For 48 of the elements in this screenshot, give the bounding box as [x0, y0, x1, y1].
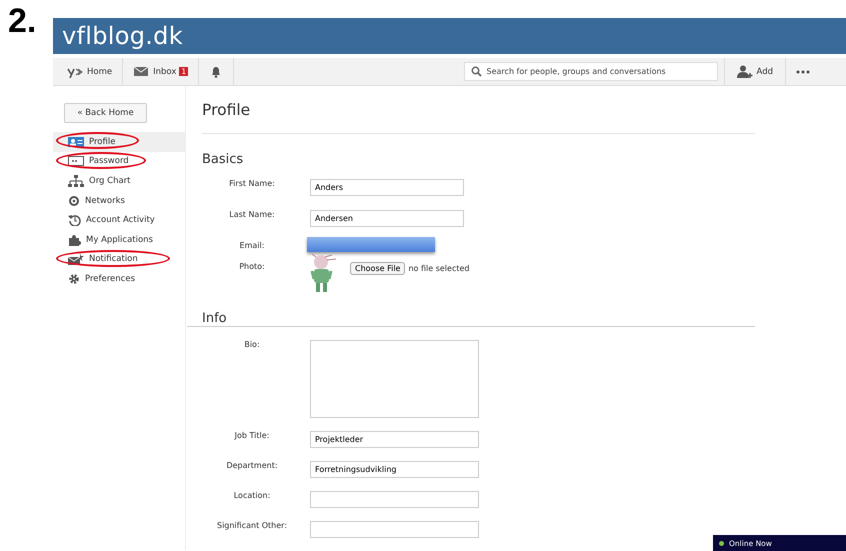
add-person-icon	[736, 65, 753, 78]
page-title: Profile	[202, 101, 755, 134]
field-label: Department:	[225, 461, 279, 470]
field-label: Job Title:	[233, 431, 270, 440]
text-field[interactable]	[310, 521, 479, 538]
puzzle-icon	[68, 234, 81, 246]
field-label: Significant Other:	[216, 521, 288, 530]
sidebar-item[interactable]: Org Chart	[53, 171, 185, 191]
org-chart-icon	[68, 174, 84, 187]
network-icon	[68, 194, 80, 207]
sidebar-item[interactable]: Preferences	[53, 269, 185, 289]
sidebar-item[interactable]: Password	[53, 152, 185, 172]
text-field[interactable]: Anders	[310, 179, 464, 196]
step-number: 2.	[8, 2, 36, 41]
password-field-icon	[68, 155, 84, 168]
section-heading: Basics	[202, 152, 244, 167]
envelope-icon	[68, 253, 84, 266]
section-heading: Info	[187, 311, 755, 327]
sidebar-item[interactable]: Networks	[53, 190, 185, 210]
history-icon	[68, 214, 81, 226]
text-field[interactable]: Andersen	[310, 210, 464, 227]
field-label: First Name:	[228, 179, 276, 188]
sidebar-item[interactable]: My Applications	[53, 230, 185, 250]
text-area[interactable]	[310, 340, 479, 418]
text-field[interactable]: Projektleder	[310, 431, 479, 448]
message-icon	[133, 65, 150, 78]
site-title: vflblog.dk	[62, 22, 183, 50]
field-label: Bio:	[243, 340, 261, 349]
search-icon	[470, 66, 482, 77]
field-label: Email:	[238, 241, 266, 250]
sidebar-item[interactable]: Profile	[53, 132, 185, 152]
field-label: Photo:	[238, 262, 266, 271]
sidebar-item[interactable]: Account Activity	[53, 210, 185, 230]
field-label: Location:	[232, 491, 272, 500]
field-label: Last Name:	[228, 210, 276, 219]
text-field[interactable]	[310, 491, 479, 508]
back-button[interactable]: « Back Home	[64, 103, 147, 123]
text-field[interactable]: Forretningsudvikling	[310, 461, 479, 478]
more-icon	[796, 70, 810, 74]
search-field[interactable]: Search for people, groups and conversations	[464, 62, 718, 81]
cartoon-avatar	[308, 254, 338, 294]
nav-link[interactable]: Home	[53, 58, 124, 85]
choose-file-button[interactable]: Choose File	[350, 262, 406, 275]
id-card-icon	[68, 136, 84, 148]
add-person-button[interactable]: Add	[724, 58, 786, 85]
file-status: no file selected	[408, 264, 470, 273]
sidebar-item[interactable]: Notification	[53, 250, 185, 270]
gear-icon	[68, 272, 80, 285]
